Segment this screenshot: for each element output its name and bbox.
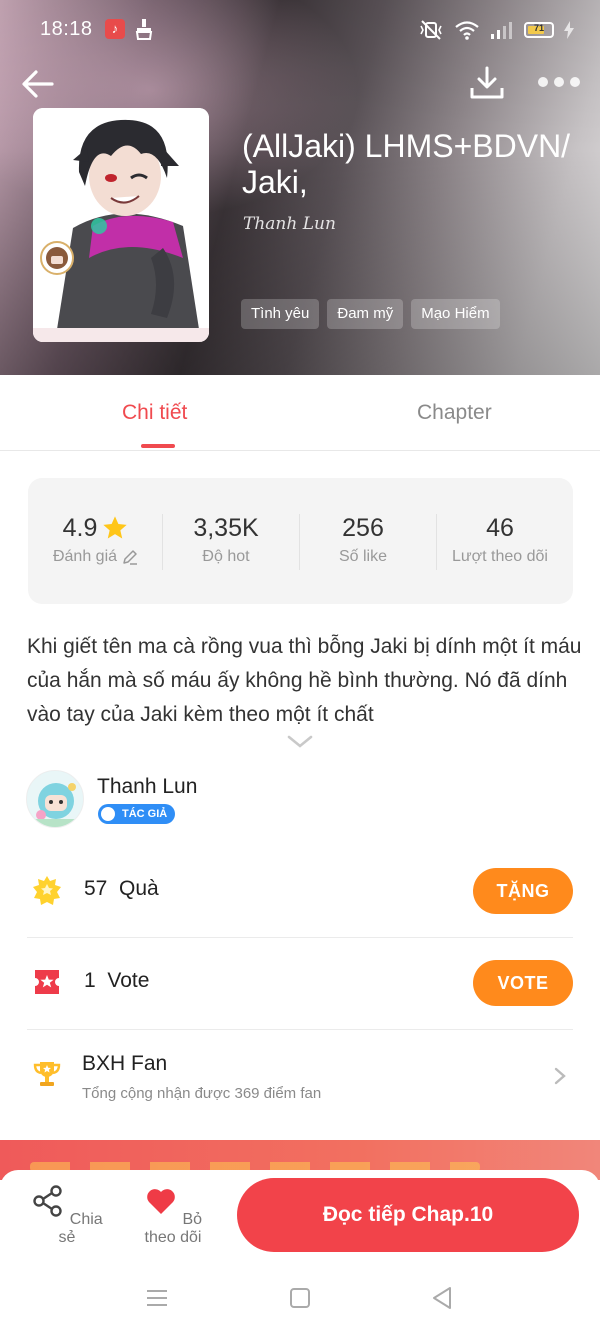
expand-chevron-icon[interactable]: [287, 734, 313, 750]
top-navigation: [0, 60, 600, 110]
chevron-right-icon: [554, 1067, 566, 1085]
battery-level: 71: [533, 23, 544, 33]
avatar-illustration: [27, 771, 83, 827]
stat-likes: 256 Số like: [295, 512, 431, 566]
tab-chapter[interactable]: Chapter: [417, 401, 492, 425]
bottom-action-bar: Chia sẻ Bỏ theo dõi Đọc tiếp Chap.10: [0, 1170, 600, 1262]
genre-tag[interactable]: Đam mỹ: [327, 299, 404, 329]
story-author[interactable]: Thanh Lun: [243, 214, 336, 234]
vote-count: 1: [84, 969, 96, 992]
hot-label: Độ hot: [202, 548, 250, 565]
detail-tabs: Chi tiết Chapter: [0, 375, 600, 451]
status-bar: 18:18 ♪ 71: [0, 0, 600, 60]
stats-card: 4.9 Đánh giá 3,35K Độ hot 256 Số like 46…: [28, 478, 573, 604]
followers-label: Lượt theo dõi: [452, 548, 548, 565]
more-options-icon[interactable]: [538, 74, 586, 90]
mute-vibrate-icon: [420, 20, 442, 40]
hot-value: 3,35K: [193, 513, 259, 542]
vote-row: 1 Vote VOTE: [27, 938, 573, 1030]
gift-label: Quà: [119, 877, 159, 900]
share-label: Chia sẻ: [58, 1211, 103, 1246]
genre-tag[interactable]: Tình yêu: [241, 299, 320, 329]
story-title: (AllJaki) LHMS+BDVN/ Jaki,: [242, 128, 571, 200]
gift-icon: [33, 876, 61, 905]
system-navigation-bar: [0, 1262, 600, 1333]
menu-icon[interactable]: [143, 1284, 171, 1312]
stat-hot: 3,35K Độ hot: [158, 512, 294, 566]
story-description: Khi giết tên ma cà rồng vua thì bỗng Jak…: [27, 635, 582, 726]
wifi-icon: [455, 21, 479, 40]
status-time: 18:18: [40, 18, 93, 40]
fan-ranking-title: BXH Fan: [82, 1052, 168, 1075]
fan-ranking-subtitle: Tổng cộng nhận được 369 điểm fan: [82, 1085, 322, 1102]
rating-label: Đánh giá: [52, 548, 118, 565]
followers-value: 46: [486, 513, 514, 542]
genre-tag[interactable]: Mạo Hiểm: [411, 299, 500, 329]
stat-rating[interactable]: 4.9 Đánh giá: [28, 512, 164, 566]
tab-detail[interactable]: Chi tiết: [122, 401, 187, 425]
vote-count-text: 1 Vote: [84, 969, 149, 993]
vote-button[interactable]: VOTE: [473, 960, 573, 1006]
author-badge-label: TÁC GIẢ: [122, 808, 168, 820]
rating-value: 4.9: [62, 513, 98, 542]
back-arrow-icon[interactable]: [18, 64, 58, 104]
heart-icon: [147, 1189, 175, 1214]
download-icon[interactable]: [468, 64, 506, 102]
give-gift-button[interactable]: TẶNG: [473, 868, 573, 914]
cleaner-icon: [135, 19, 153, 40]
edit-pencil-icon[interactable]: [121, 548, 139, 566]
status-indicators: 71: [418, 18, 574, 42]
back-triangle-icon[interactable]: [428, 1284, 456, 1312]
author-avatar[interactable]: [26, 770, 84, 828]
gift-row: 57 Quà TẶNG: [27, 846, 573, 938]
share-button[interactable]: Chia sẻ: [22, 1184, 112, 1247]
home-square-icon[interactable]: [286, 1284, 314, 1312]
music-app-icon: ♪: [105, 19, 125, 39]
cover-illustration: [33, 108, 209, 342]
author-badge: TÁC GIẢ: [98, 804, 176, 824]
gift-count: 57: [84, 877, 108, 900]
active-tab-indicator: [141, 444, 175, 448]
charging-icon: [564, 21, 574, 39]
gift-count-text: 57 Quà: [84, 877, 159, 901]
vote-label: Vote: [107, 969, 150, 992]
continue-reading-button[interactable]: Đọc tiếp Chap.10: [237, 1178, 579, 1252]
share-icon: [33, 1185, 63, 1217]
story-cover-image: [33, 108, 209, 342]
battery-icon: 71: [524, 22, 554, 38]
water-drop-icon: [101, 807, 115, 821]
vote-ticket-icon: [35, 970, 59, 994]
fan-ranking-row[interactable]: BXH Fan Tổng cộng nhận được 369 điểm fan: [27, 1030, 573, 1130]
story-detail-screen: 18:18 ♪ 71 (AllJaki) LHMS+BDVN/ Jaki, Th…: [0, 0, 600, 1333]
unfollow-button[interactable]: Bỏ theo dõi: [128, 1184, 218, 1247]
likes-label: Số like: [338, 548, 388, 565]
author-name[interactable]: Thanh Lun: [97, 775, 197, 799]
signal-icon: [491, 22, 512, 39]
star-icon: [103, 516, 128, 539]
likes-value: 256: [342, 513, 384, 542]
genre-tags: Tình yêu Đam mỹ Mạo Hiểm: [241, 299, 500, 329]
trophy-icon: [33, 1062, 61, 1086]
stat-followers: 46 Lượt theo dõi: [432, 512, 568, 566]
